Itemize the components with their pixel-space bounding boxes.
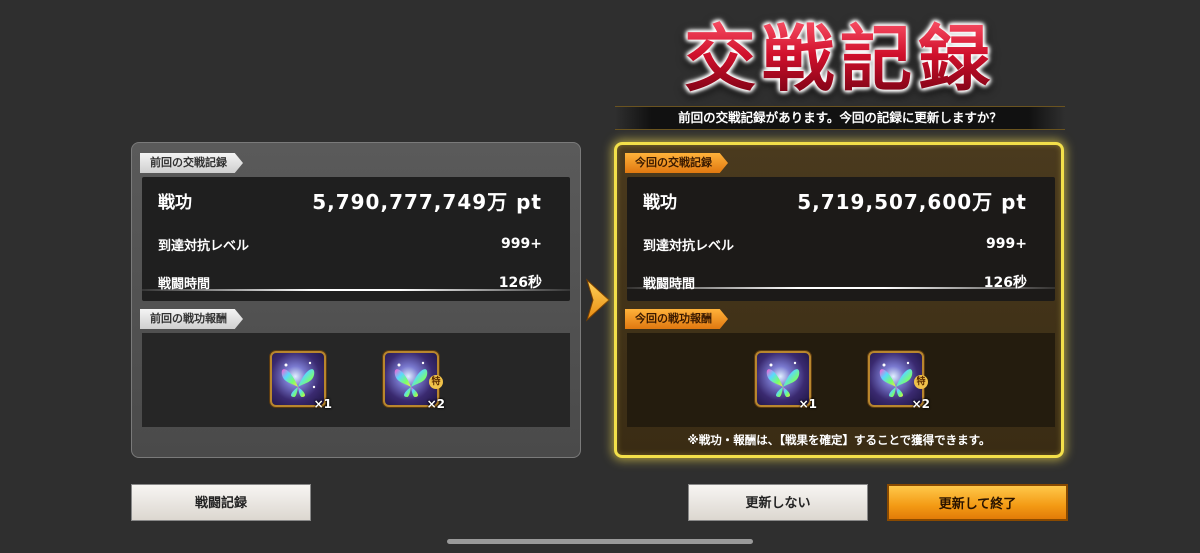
current-reward-label: 今回の戦功報酬 bbox=[625, 309, 728, 329]
reward-quantity: ×1 bbox=[798, 397, 817, 411]
divider bbox=[142, 289, 570, 291]
level-row: 到達対抗レベル 999+ bbox=[142, 225, 570, 263]
current-record-label: 今回の交戦記録 bbox=[625, 153, 728, 173]
rainbow-butterfly-icon bbox=[879, 361, 913, 397]
update-and-finish-button[interactable]: 更新して終了 bbox=[887, 484, 1068, 521]
reward-item[interactable]: ×1 bbox=[270, 351, 332, 411]
time-row: 戦闘時間 126秒 bbox=[627, 263, 1055, 301]
no-update-button[interactable]: 更新しない bbox=[688, 484, 868, 521]
reward-quantity: ×1 bbox=[313, 397, 332, 411]
merit-value: 5,790,777,749万 pt bbox=[312, 189, 542, 214]
previous-stats-box: 戦功 5,790,777,749万 pt 到達対抗レベル 999+ 戦闘時間 1… bbox=[142, 177, 570, 301]
reward-item[interactable]: 特 ×2 bbox=[868, 351, 930, 411]
special-badge: 特 bbox=[914, 375, 928, 389]
reward-quantity: ×2 bbox=[426, 397, 445, 411]
previous-reward-label: 前回の戦功報酬 bbox=[140, 309, 243, 329]
merit-label: 戦功 bbox=[643, 192, 677, 213]
level-value: 999+ bbox=[986, 236, 1027, 252]
merit-row: 戦功 5,719,507,600万 pt bbox=[627, 177, 1055, 223]
merit-label: 戦功 bbox=[158, 192, 192, 213]
reward-item[interactable]: ×1 bbox=[755, 351, 817, 411]
merit-row: 戦功 5,790,777,749万 pt bbox=[142, 177, 570, 223]
home-indicator[interactable] bbox=[447, 539, 753, 544]
rainbow-butterfly-icon bbox=[394, 361, 428, 397]
subtitle-banner: 前回の交戦記録があります。今回の記録に更新しますか？ bbox=[615, 106, 1065, 130]
merit-value: 5,719,507,600万 pt bbox=[797, 189, 1027, 214]
current-stats-box: 戦功 5,719,507,600万 pt 到達対抗レベル 999+ 戦闘時間 1… bbox=[627, 177, 1055, 301]
acquisition-note: ※戦功・報酬は、【戦果を確定】することで獲得できます。 bbox=[687, 433, 991, 447]
rainbow-butterfly-icon bbox=[281, 361, 316, 397]
current-record-panel: 今回の交戦記録 戦功 5,719,507,600万 pt 到達対抗レベル 999… bbox=[614, 142, 1064, 458]
level-value: 999+ bbox=[501, 236, 542, 252]
previous-record-panel: 前回の交戦記録 戦功 5,790,777,749万 pt 到達対抗レベル 999… bbox=[131, 142, 581, 458]
special-badge: 特 bbox=[429, 375, 443, 389]
page-title: 交戦記録 bbox=[670, 14, 1010, 104]
reward-item[interactable]: 特 ×2 bbox=[383, 351, 445, 411]
level-label: 到達対抗レベル bbox=[158, 238, 250, 254]
level-row: 到達対抗レベル 999+ bbox=[627, 225, 1055, 263]
rainbow-butterfly-icon bbox=[766, 361, 800, 397]
time-row: 戦闘時間 126秒 bbox=[142, 263, 570, 301]
arrow-right-icon bbox=[586, 278, 610, 322]
current-reward-box: ×1 特 ×2 bbox=[627, 333, 1055, 427]
divider bbox=[627, 287, 1055, 289]
previous-reward-box: ×1 特 ×2 bbox=[142, 333, 570, 427]
subtitle-text: 前回の交戦記録があります。今回の記録に更新しますか？ bbox=[678, 110, 1002, 125]
previous-record-label: 前回の交戦記録 bbox=[140, 153, 243, 173]
level-label: 到達対抗レベル bbox=[643, 238, 735, 254]
reward-quantity: ×2 bbox=[911, 397, 930, 411]
battle-log-button[interactable]: 戦闘記録 bbox=[131, 484, 311, 521]
time-value: 126秒 bbox=[983, 275, 1027, 291]
